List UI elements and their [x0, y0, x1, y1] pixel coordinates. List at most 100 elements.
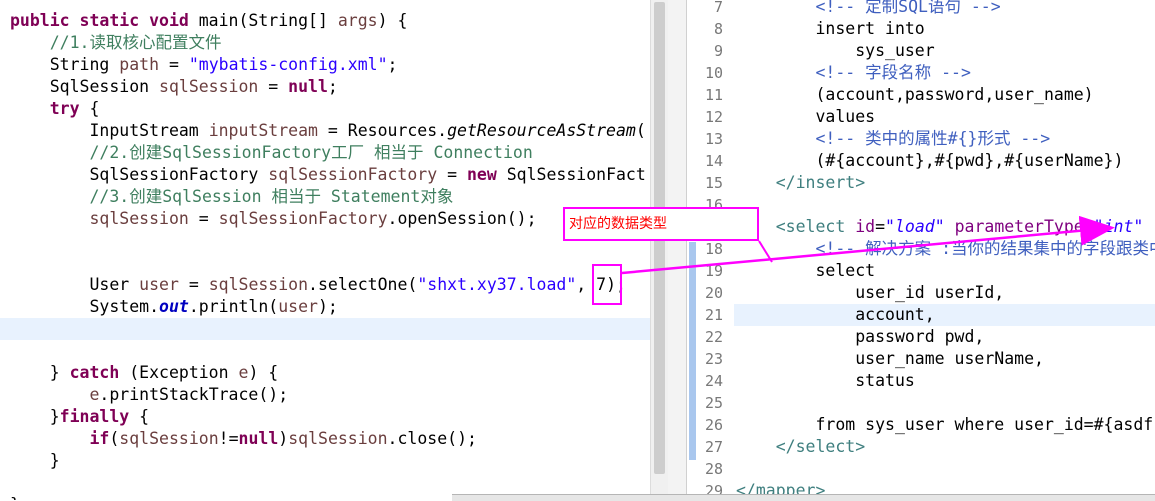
- code-line: User user = sqlSession.selectOne("shxt.x…: [10, 274, 625, 296]
- code-token: </select>: [736, 437, 866, 456]
- code-token: {: [79, 99, 100, 118]
- code-token: {: [129, 407, 150, 426]
- line-number: 26: [704, 416, 723, 434]
- code-token: <!-- 解决方案 :当你的结果集中的字段跟类中的: [736, 239, 1155, 258]
- code-token: from sys_user where user_id=#{asdf: [736, 415, 1154, 434]
- code-token: path: [119, 55, 160, 74]
- line-number: 14: [704, 152, 723, 170]
- code-token: SqlSessionFactory: [10, 165, 269, 184]
- code-token: sqlSession: [119, 429, 219, 448]
- line-number: 11: [704, 86, 723, 104]
- code-token: sqlSession: [208, 275, 309, 294]
- code-line: (account,password,user_name): [736, 84, 1094, 106]
- code-line: InputStream inputStream = Resources.getR…: [10, 120, 645, 142]
- code-token: ;: [387, 55, 398, 74]
- code-line: <!-- 字段名称 -->: [736, 62, 971, 84]
- code-token: sqlSessionFactory: [218, 209, 388, 228]
- code-line: }: [10, 450, 60, 472]
- code-token: values: [736, 107, 876, 126]
- code-token: =: [875, 217, 886, 236]
- current-line-highlight: [0, 318, 650, 340]
- code-token: =: [159, 55, 189, 74]
- parameter-value-highlight-box: [592, 264, 622, 305]
- line-number-gutter: 7891011121314151617181920212223242526272…: [687, 0, 734, 500]
- code-token: sqlSession: [288, 429, 388, 448]
- code-token: ): [278, 429, 289, 448]
- code-token: <!-- 类中的属性#{}形式 -->: [736, 129, 1051, 148]
- editor-splitter[interactable]: [668, 0, 687, 500]
- code-token: user_id userId,: [736, 283, 1005, 302]
- code-token: </insert>: [736, 173, 866, 192]
- code-line: //2.创建SqlSessionFactory工厂 相当于 Connection: [10, 142, 533, 164]
- code-token: finally: [59, 407, 130, 426]
- code-line: System.out.println(user);: [10, 296, 337, 318]
- code-token: insert into: [736, 19, 925, 38]
- code-token: <!-- 字段名称 -->: [736, 63, 971, 82]
- code-token: parameterType: [954, 217, 1084, 236]
- xml-editor-pane[interactable]: 7891011121314151617181920212223242526272…: [687, 0, 1155, 500]
- code-token: "shxt.xy37.load": [417, 275, 577, 294]
- code-token: ;: [327, 77, 338, 96]
- code-token: e: [89, 385, 100, 404]
- code-line: select: [736, 260, 875, 282]
- code-token: (#{account},#{pwd},#{userName}): [736, 151, 1124, 170]
- code-line: SqlSession sqlSession = null;: [10, 76, 338, 98]
- code-line: from sys_user where user_id=#{asdf: [736, 414, 1153, 436]
- code-token: =: [178, 275, 209, 294]
- line-number: 13: [704, 130, 723, 148]
- java-editor-pane[interactable]: public static void main(String[] args) {…: [0, 0, 650, 500]
- code-token: public static void: [10, 11, 189, 30]
- line-number: 18: [704, 240, 723, 258]
- code-line: <!-- 类中的属性#{}形式 -->: [736, 128, 1050, 150]
- code-line: //1.读取核心配置文件: [10, 32, 222, 54]
- code-token: id: [855, 217, 876, 236]
- code-line: user_id userId,: [736, 282, 1004, 304]
- line-number: 25: [704, 394, 723, 412]
- code-token: .selectOne(: [308, 275, 418, 294]
- code-token: sqlSession: [89, 209, 189, 228]
- code-token: =: [258, 77, 289, 96]
- line-number: 10: [704, 64, 723, 82]
- code-line: //3.创建SqlSession 相当于 Statement对象: [10, 186, 453, 208]
- code-line: } catch (Exception e) {: [10, 362, 279, 384]
- code-token: User: [10, 275, 140, 294]
- code-line: String path = "mybatis-config.xml";: [10, 54, 398, 76]
- code-token: catch: [69, 363, 120, 382]
- code-line: (#{account},#{pwd},#{userName}): [736, 150, 1123, 172]
- code-token: "mybatis-config.xml": [188, 55, 388, 74]
- code-token: }: [10, 451, 60, 470]
- line-number: 21: [704, 306, 723, 324]
- code-token: user: [278, 297, 318, 316]
- code-token: main(String[]: [188, 11, 338, 30]
- code-token: .println(: [188, 297, 279, 316]
- line-number: 27: [704, 438, 723, 456]
- code-token: .printStackTrace();: [99, 385, 289, 404]
- code-line: public static void main(String[] args) {: [10, 10, 407, 32]
- line-number: 15: [704, 174, 723, 192]
- line-number: 20: [704, 284, 723, 302]
- code-token: }: [10, 407, 60, 426]
- code-token: out: [159, 297, 189, 316]
- code-token: ) {: [248, 363, 279, 382]
- code-token: <!-- 定制SQL语句 -->: [736, 0, 1001, 16]
- code-token: null: [238, 429, 279, 448]
- code-token: sqlSessionFactory: [268, 165, 438, 184]
- code-line: values: [736, 106, 875, 128]
- vertical-scrollbar[interactable]: [650, 0, 670, 500]
- code-token: =: [1083, 217, 1094, 236]
- code-token: (account,password,user_name): [736, 85, 1094, 104]
- code-token: =: [437, 165, 467, 184]
- code-token: }: [10, 495, 20, 500]
- code-token: sys_user: [736, 41, 935, 60]
- code-token: (: [109, 429, 120, 448]
- code-token: password pwd,: [736, 327, 985, 346]
- code-line: SqlSessionFactory sqlSessionFactory = ne…: [10, 164, 645, 186]
- code-token: //2.创建SqlSessionFactory工厂 相当于 Connection: [10, 143, 533, 162]
- code-line: <!-- 定制SQL语句 -->: [736, 0, 1001, 18]
- code-line: try {: [10, 98, 100, 120]
